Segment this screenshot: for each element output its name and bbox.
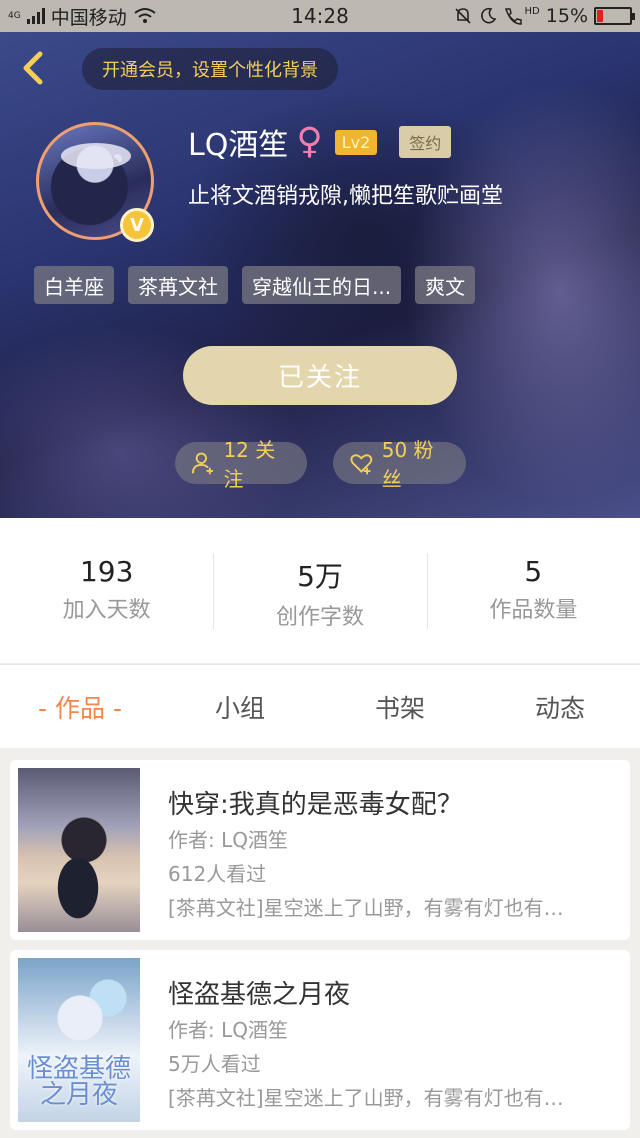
back-button[interactable] [14,46,54,90]
book-cover [18,768,140,932]
stat-value: 5 [524,554,543,588]
phone-hd-icon [504,8,522,25]
vip-background-banner[interactable]: 开通会员，设置个性化背景 [82,48,338,90]
work-author: 作者: LQ酒笙 [168,828,288,852]
work-card[interactable]: 怪盗基德之月夜 怪盗基德之月夜 作者: LQ酒笙 5万人看过 [茶苒文社]星空迷… [10,950,630,1130]
wifi-icon [134,8,156,23]
vip-v-badge: V [120,208,154,242]
stat-label: 加入天数 [62,597,151,623]
stat-join-days: 193 加入天数 [0,553,213,629]
tag-item[interactable]: 白羊座 [34,266,114,304]
carrier-name: 中国移动 [50,6,127,29]
stat-label: 作品数量 [489,597,578,623]
tag-item[interactable]: 爽文 [415,266,476,304]
stat-value: 5万 [297,559,343,593]
heart-plus-icon [350,454,373,475]
fans-count-button[interactable]: 50 粉丝 [333,438,466,491]
profile-tabs: - 作品 - 小组 书架 动态 [0,664,640,748]
network-type: 4G [8,10,21,21]
female-icon: ♀ [296,121,323,162]
fans-count: 50 粉丝 [381,438,434,491]
stat-label: 创作字数 [275,604,364,630]
hd-label: HD [524,5,540,17]
work-views: 5万人看过 [168,1052,261,1076]
following-count-button[interactable]: 12 关注 [175,438,307,491]
stat-word-count: 5万 创作字数 [213,552,426,630]
work-description: [茶苒文社]星空迷上了山野，有雾有灯也有… [168,896,564,920]
work-title: 怪盗基德之月夜 [168,980,351,1010]
status-bar: 4G 中国移动 14:28 HD 15% [0,0,640,32]
book-cover: 怪盗基德之月夜 [18,958,140,1122]
tag-list: 白羊座 茶苒文社 穿越仙王的日... 爽文 [34,266,476,304]
tab-bookshelf[interactable]: 书架 [320,689,480,725]
battery-percent: 15% [545,5,588,27]
stat-value: 193 [79,554,134,588]
mute-bell-icon [454,8,471,24]
level-badge: Lv2 [334,129,378,155]
tag-item[interactable]: 穿越仙王的日... [242,266,402,304]
work-description: [茶苒文社]星空迷上了山野，有雾有灯也有… [168,1086,564,1110]
work-views: 612人看过 [168,862,267,886]
following-count: 12 关注 [223,438,276,491]
username: LQ酒笙 [188,128,289,163]
tab-activity[interactable]: 动态 [480,689,640,725]
user-bio: 止将文酒销戎隙,懒把笙歌贮画堂 [188,184,503,209]
work-title: 快穿:我真的是恶毒女配？ [168,790,463,820]
cover-title-text: 怪盗基德之月夜 [26,1054,131,1110]
tab-works[interactable]: - 作品 - [0,689,160,725]
signal-icon [26,8,45,24]
battery-icon [594,7,635,25]
profile-header: 开通会员，设置个性化背景 V LQ酒笙 ♀ Lv2 签约 止将文酒销戎隙,懒把笙… [0,32,640,518]
moon-icon [480,7,496,24]
work-author: 作者: LQ酒笙 [168,1018,288,1042]
work-card[interactable]: 快穿:我真的是恶毒女配？ 作者: LQ酒笙 612人看过 [茶苒文社]星空迷上了… [10,760,630,940]
add-user-icon [191,452,214,475]
tag-item[interactable]: 茶苒文社 [128,266,228,304]
stat-works-count: 5 作品数量 [426,552,640,629]
chevron-left-icon [23,51,43,85]
tab-groups[interactable]: 小组 [160,689,320,725]
username-row: LQ酒笙 ♀ Lv2 签约 [188,121,452,163]
follow-button[interactable]: 已关注 [183,346,457,405]
stats-bar: 193 加入天数 5万 创作字数 5 作品数量 [0,518,640,663]
signed-badge: 签约 [399,126,452,158]
